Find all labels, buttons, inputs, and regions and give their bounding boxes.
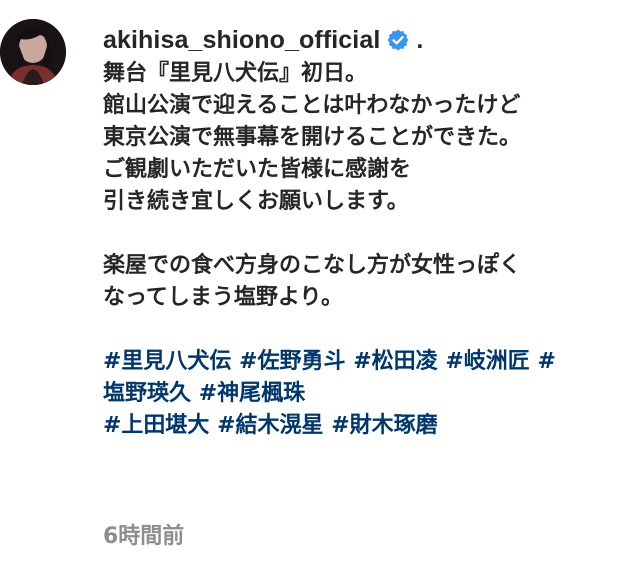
caption-line: 舞台『里見八犬伝』初日。: [103, 61, 368, 86]
hashtag-link[interactable]: 塩野瑛久: [103, 381, 191, 406]
hashtag-link[interactable]: #佐野勇斗: [239, 349, 345, 374]
hashtag-row: #上田堪大 #結木滉星 #財木琢磨: [103, 410, 618, 442]
caption-line: ご観劇いただいた皆様に感謝を: [103, 157, 412, 182]
hashtag-link[interactable]: #: [537, 349, 555, 374]
comment-body: akihisa_shiono_official . 舞台『里見八犬伝』初日。 館…: [103, 22, 618, 442]
hashtag-list: #里見八犬伝 #佐野勇斗 #松田凌 #岐洲匠 # 塩野瑛久 #神尾楓珠 #上田堪…: [103, 346, 618, 442]
hashtag-link[interactable]: #神尾楓珠: [199, 381, 305, 406]
hashtag-link[interactable]: #財木琢磨: [331, 413, 437, 438]
verified-badge-icon: [386, 28, 410, 52]
avatar-image: [0, 19, 66, 85]
header-separator: .: [416, 25, 424, 54]
hashtag-link[interactable]: #岐洲匠: [445, 349, 529, 374]
caption-text: 舞台『里見八犬伝』初日。 館山公演で迎えることは叶わなかったけど 東京公演で無事…: [103, 58, 618, 314]
caption-line: なってしまう塩野より。: [103, 285, 344, 310]
caption-line: 東京公演で無事幕を開けることができた。: [103, 125, 522, 150]
instagram-comment: akihisa_shiono_official . 舞台『里見八犬伝』初日。 館…: [0, 0, 624, 562]
hashtag-link[interactable]: #上田堪大: [103, 413, 209, 438]
avatar[interactable]: [0, 19, 66, 85]
hashtag-link[interactable]: #里見八犬伝: [103, 349, 231, 374]
username-link[interactable]: akihisa_shiono_official: [103, 26, 380, 55]
hashtag-row: #里見八犬伝 #佐野勇斗 #松田凌 #岐洲匠 #: [103, 346, 618, 378]
post-timestamp: 6時間前: [103, 524, 185, 549]
caption-line: 館山公演で迎えることは叶わなかったけど: [103, 93, 521, 118]
caption-line: 楽屋での食べ方身のこなし方が女性っぽく: [103, 253, 522, 278]
caption-line: 引き続き宜しくお願いします。: [103, 189, 409, 214]
hashtag-link[interactable]: #松田凌: [353, 349, 437, 374]
comment-header: akihisa_shiono_official .: [103, 22, 618, 58]
hashtag-row: 塩野瑛久 #神尾楓珠: [103, 378, 618, 410]
hashtag-link[interactable]: #結木滉星: [217, 413, 323, 438]
